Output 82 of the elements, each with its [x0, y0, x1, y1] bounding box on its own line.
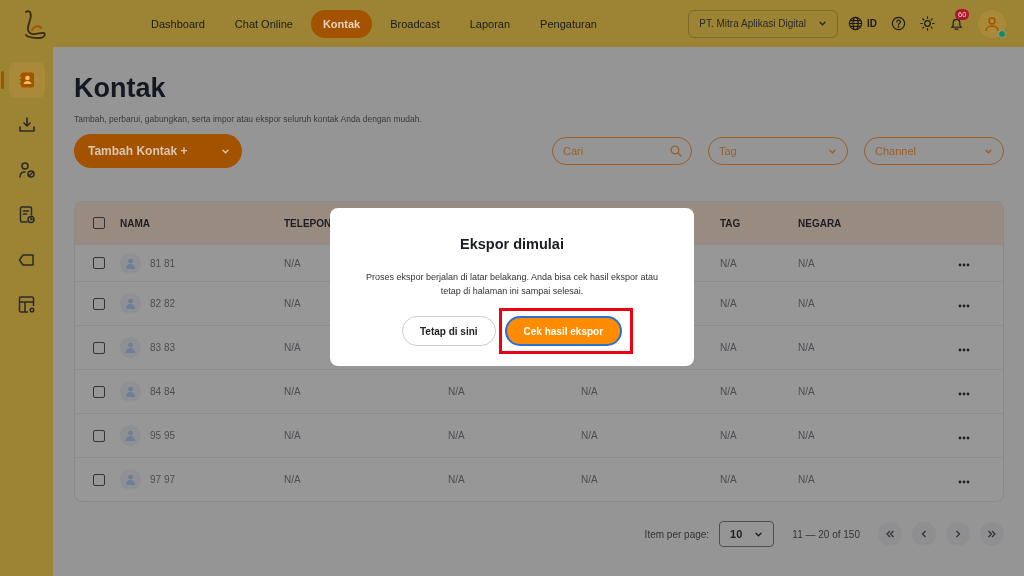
search-icon — [670, 145, 682, 157]
nav-tab[interactable]: Dashboard — [139, 9, 217, 38]
table-cell-text: N/A — [720, 342, 738, 353]
user-icon — [984, 15, 1000, 32]
table-cell-text: N/A — [581, 474, 599, 485]
table-cell-text: N/A — [798, 430, 816, 441]
items-per-page-select[interactable]: 10 — [719, 521, 775, 547]
row-checkbox[interactable] — [93, 257, 105, 269]
avatar-icon — [120, 337, 141, 358]
avatar-icon — [120, 293, 141, 314]
nav-tab[interactable]: Pengaturan — [528, 9, 609, 38]
document-clock-icon — [17, 206, 36, 224]
table-cell-text: N/A — [284, 474, 302, 485]
contact-name: 95 95 — [150, 430, 176, 441]
chevron-down-icon — [818, 19, 827, 28]
row-checkbox[interactable] — [93, 385, 105, 398]
contact-name: 84 84 — [150, 386, 176, 397]
table-cell-text: N/A — [720, 298, 738, 309]
contact-name: 97 97 — [150, 474, 176, 485]
table-cell-text: N/A — [720, 257, 738, 269]
row-checkbox[interactable] — [93, 473, 105, 486]
search-field[interactable]: Cari — [552, 137, 692, 165]
sidebar-item[interactable] — [8, 62, 45, 98]
table-cell-text: N/A — [798, 474, 816, 485]
table-cell-text: N/A — [581, 386, 599, 397]
table-gear-icon — [17, 296, 36, 314]
nav-tab[interactable]: Laporan — [457, 9, 523, 38]
table-cell-text: N/A — [448, 474, 466, 485]
column-header: NEGARA — [798, 217, 843, 229]
table-cell-text: N/A — [284, 430, 302, 441]
sun-icon[interactable] — [920, 16, 935, 31]
page-title: Kontak — [74, 73, 167, 104]
table-cell-text: N/A — [720, 430, 738, 441]
table-cell-text: N/A — [448, 430, 466, 441]
table-cell-text: N/A — [798, 342, 816, 353]
user-blocked-icon — [17, 161, 36, 179]
globe-icon[interactable] — [848, 16, 863, 31]
page-subtitle: Tambah, perbarui, gabungkan, serta impor atau ekspor seluruh kontak Anda dengan mudah. — [74, 114, 423, 124]
add-contact-button[interactable]: Tambah Kontak + — [74, 134, 243, 168]
table-cell-text: N/A — [798, 386, 816, 397]
table-cell-text: N/A — [448, 386, 466, 397]
help-icon[interactable] — [891, 16, 906, 31]
column-header: TAG — [720, 217, 742, 229]
row-checkbox[interactable] — [93, 429, 105, 442]
contact-book-icon — [17, 71, 36, 89]
nav-tab[interactable]: Chat Online — [222, 9, 305, 38]
table-cell-text: N/A — [284, 298, 302, 309]
row-checkbox[interactable] — [93, 297, 105, 310]
table-cell-text: N/A — [720, 386, 738, 397]
table-cell-text: N/A — [581, 430, 599, 441]
table-cell-text: N/A — [798, 257, 816, 269]
select-all-checkbox[interactable] — [93, 217, 105, 229]
items-per-page-label: Item per page: — [644, 528, 710, 540]
page-range: 11 — 20 of 150 — [792, 528, 860, 540]
table-cell-text: N/A — [798, 298, 816, 309]
download-icon — [17, 116, 36, 134]
active-indicator — [0, 71, 4, 89]
table-cell-text: N/A — [720, 474, 738, 485]
language-code[interactable]: ID — [867, 18, 877, 29]
nav-tab[interactable]: Broadcast — [378, 9, 452, 38]
dialog-title: Ekspor dimulai — [460, 236, 564, 252]
avatar-icon — [120, 381, 141, 402]
tag-icon — [17, 251, 36, 269]
table-cell-text: N/A — [284, 342, 302, 353]
row-checkbox[interactable] — [93, 341, 105, 354]
column-header: NAMA — [120, 217, 151, 229]
avatar-icon — [120, 469, 141, 490]
contact-name: 83 83 — [150, 342, 176, 353]
avatar-icon — [120, 425, 141, 446]
organization-select[interactable]: PT. Mitra Aplikasi Digital — [688, 9, 838, 38]
nav-tab[interactable]: Kontak — [310, 9, 373, 38]
contact-name: 82 82 — [150, 298, 176, 309]
stay-button[interactable]: Tetap di sini — [401, 316, 496, 346]
last-page-icon[interactable] — [980, 522, 1004, 546]
contact-name: 81 81 — [150, 257, 176, 269]
bell-icon[interactable] — [949, 16, 964, 31]
table-cell-text: N/A — [284, 257, 302, 269]
avatar-icon — [120, 252, 141, 274]
column-header: TELEPON — [284, 217, 333, 229]
table-cell-text: N/A — [284, 386, 302, 397]
dialog-message: Proses ekspor berjalan di latar belakang. Anda bisa cek hasil ekspor atau tetap di halaman ini sampai selesai. — [364, 271, 660, 298]
first-page-icon[interactable] — [878, 522, 902, 546]
